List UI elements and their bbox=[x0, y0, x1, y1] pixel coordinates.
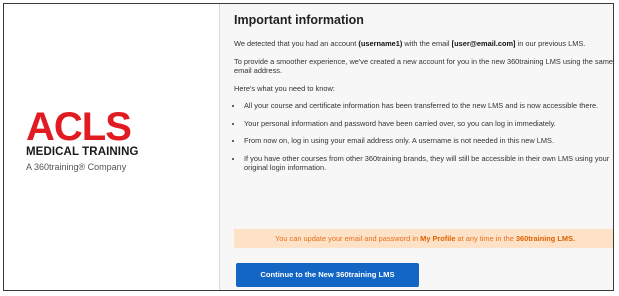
bullet-item: Your personal information and password h… bbox=[243, 119, 613, 129]
account-detected-paragraph: We detected that you had an account (use… bbox=[234, 39, 613, 49]
dialog-frame: ACLS MEDICAL TRAINING A 360training® Com… bbox=[3, 3, 614, 291]
logo-company-line: A 360training® Company bbox=[26, 162, 127, 172]
logo-medical-training-text: MEDICAL TRAINING bbox=[26, 146, 139, 158]
notice-text-b: at any time in the bbox=[455, 234, 516, 243]
bullet-item: All your course and certificate informat… bbox=[243, 101, 613, 111]
brand-panel: ACLS MEDICAL TRAINING A 360training® Com… bbox=[4, 4, 220, 290]
logo-acls-text: ACLS bbox=[26, 105, 132, 149]
info-bullet-list: All your course and certificate informat… bbox=[234, 101, 613, 173]
profile-update-notice: You can update your email and password i… bbox=[234, 229, 613, 248]
bullet-item: If you have other courses from other 360… bbox=[243, 154, 613, 173]
acls-logo: ACLS MEDICAL TRAINING A 360training® Com… bbox=[26, 105, 139, 173]
username-value: (username1) bbox=[358, 39, 403, 48]
info-content: Important information We detected that y… bbox=[234, 13, 613, 181]
page-title: Important information bbox=[234, 13, 364, 27]
notice-text-a: You can update your email and password i… bbox=[274, 234, 421, 243]
360training-lms-link[interactable]: 360training LMS. bbox=[516, 234, 575, 243]
p1-text-c: in our previous LMS. bbox=[515, 39, 586, 48]
p1-text-a: We detected that you had an account bbox=[234, 39, 359, 48]
email-value: [user@email.com] bbox=[451, 39, 516, 48]
new-account-paragraph: To provide a smoother experience, we've … bbox=[234, 56, 613, 76]
need-to-know-paragraph: Here's what you need to know: bbox=[234, 83, 335, 93]
my-profile-link[interactable]: My Profile bbox=[420, 234, 455, 243]
info-panel: Important information We detected that y… bbox=[220, 4, 613, 290]
bullet-item: From now on, log in using your email add… bbox=[243, 136, 613, 146]
p1-text-b: with the email bbox=[402, 39, 452, 48]
continue-button[interactable]: Continue to the New 360training LMS bbox=[236, 263, 419, 287]
